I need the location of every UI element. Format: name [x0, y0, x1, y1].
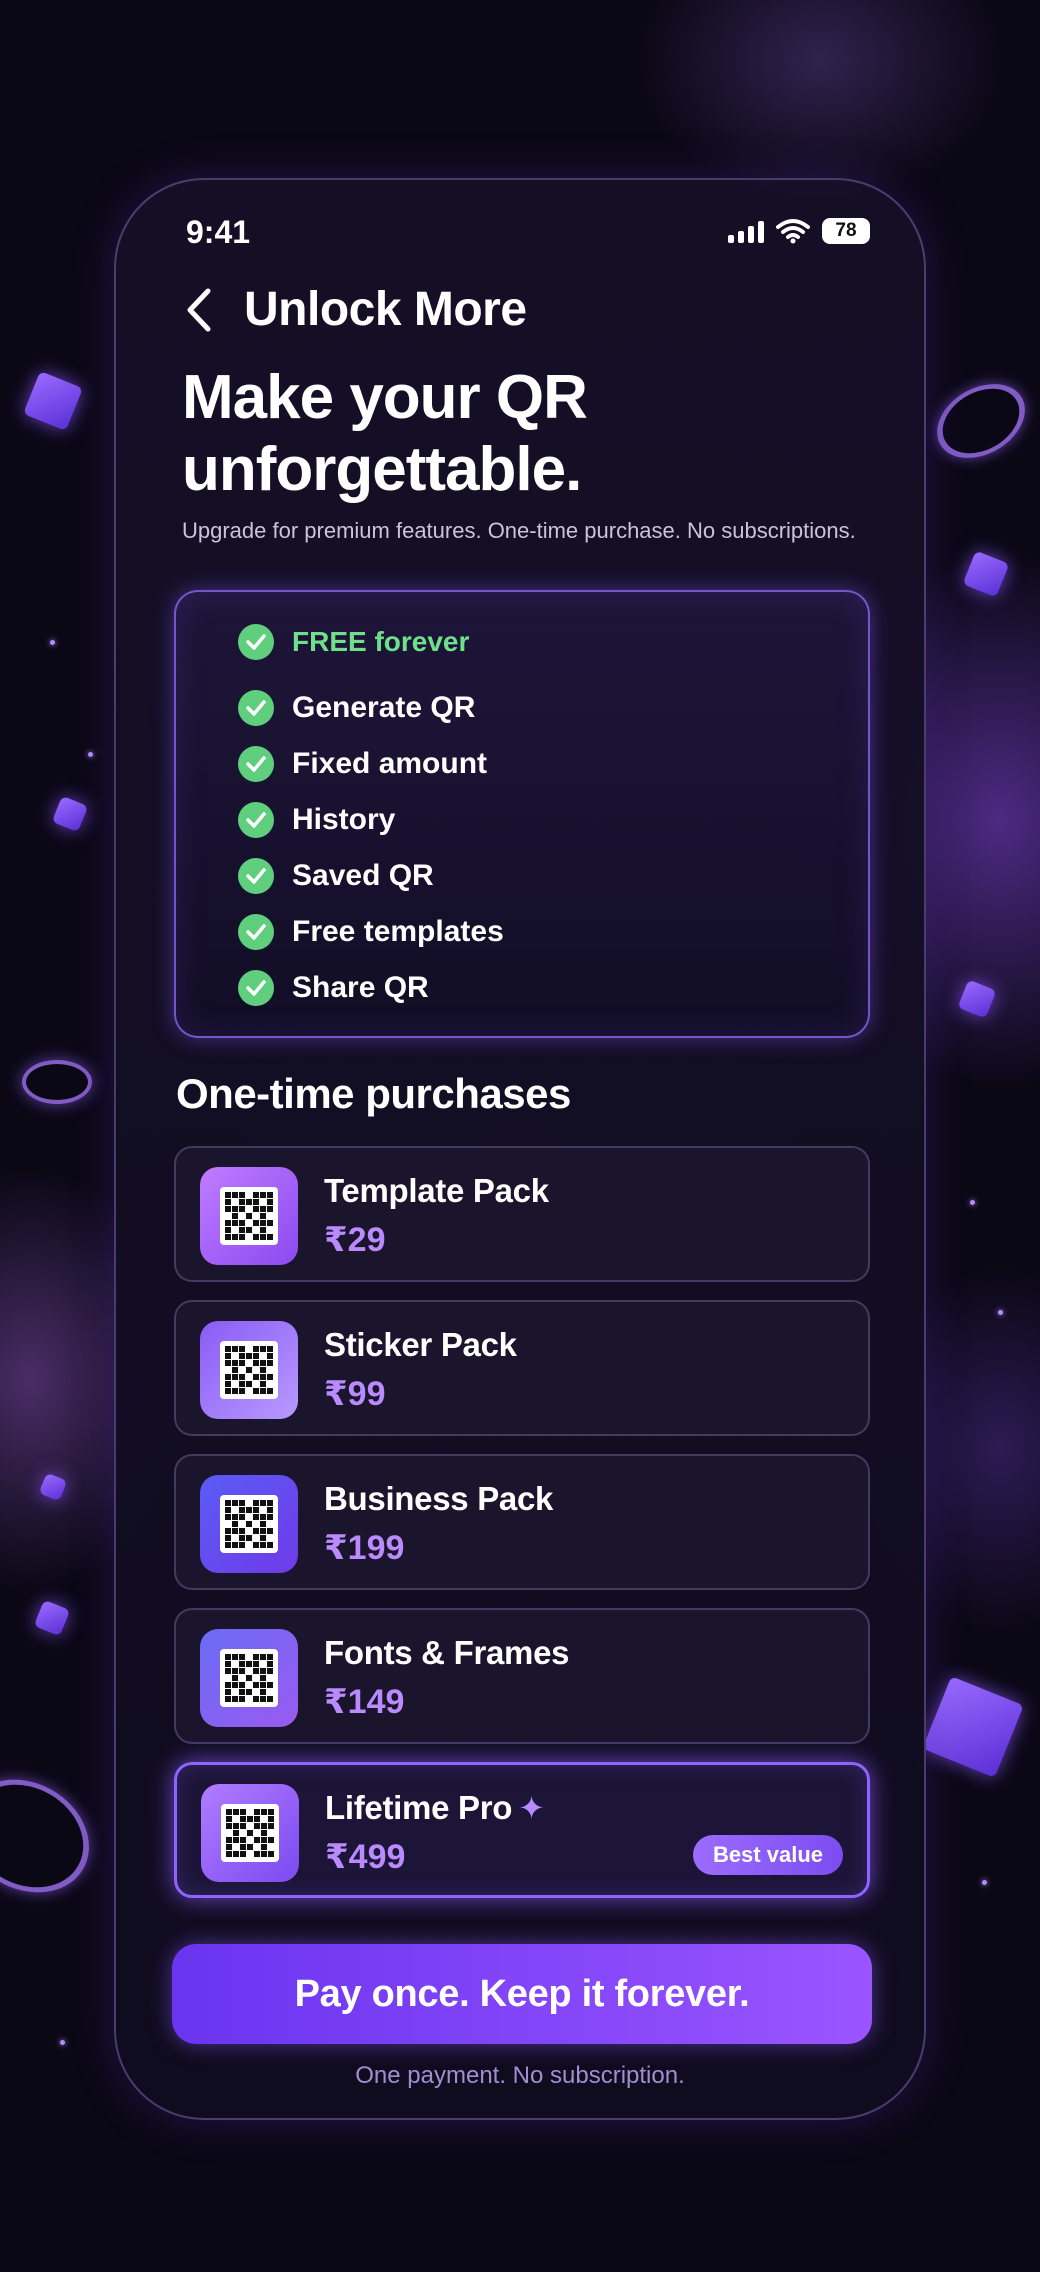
free-plan-card: FREE forever Generate QR Fixed amount Hi…: [174, 590, 870, 1038]
check-icon: [238, 690, 274, 726]
product-sticker-pack[interactable]: Sticker Pack ₹99: [174, 1300, 870, 1436]
product-name: Sticker Pack: [324, 1326, 517, 1363]
product-price: ₹29: [324, 1221, 386, 1259]
feature-label: Fixed amount: [292, 747, 488, 780]
feature-label: Saved QR: [292, 859, 434, 892]
product-lifetime-pro[interactable]: Lifetime Pro ✦ ₹499 Best value: [174, 1762, 870, 1898]
qr-code-icon: [200, 1321, 298, 1419]
wifi-icon: [776, 219, 810, 244]
feature-label: Free templates: [292, 915, 504, 948]
check-icon: [238, 624, 274, 660]
feature-label: History: [292, 803, 396, 836]
product-price: ₹499: [325, 1838, 406, 1876]
feature-item: Share QR: [238, 970, 429, 1006]
check-icon: [238, 746, 274, 782]
product-template-pack[interactable]: Template Pack ₹29: [174, 1146, 870, 1282]
sparkle-particle: [982, 1880, 987, 1885]
sparkle-particle: [88, 752, 93, 757]
qr-code-icon: [200, 1167, 298, 1265]
free-plan-heading: FREE forever: [292, 626, 470, 657]
hero-title: Make your QR unforgettable.: [182, 363, 588, 504]
free-plan-heading-row: FREE forever: [238, 624, 469, 660]
feature-item: Generate QR: [238, 690, 475, 726]
sparkle-particle: [998, 1310, 1003, 1315]
product-name-row: Lifetime Pro ✦: [325, 1789, 545, 1827]
footnote: One payment. No subscription.: [355, 2062, 685, 2089]
feature-label: Share QR: [292, 971, 429, 1004]
product-business-pack[interactable]: Business Pack ₹199: [174, 1454, 870, 1590]
phone-frame: 9:41 78 Unlock More Make your QR unforge…: [114, 178, 926, 2120]
nav-bar: Unlock More: [178, 282, 527, 337]
feature-item: History: [238, 802, 395, 838]
check-icon: [238, 802, 274, 838]
sparkle-particle: [60, 2040, 65, 2045]
check-icon: [238, 970, 274, 1006]
product-name: Template Pack: [324, 1172, 549, 1209]
qr-code-icon: [200, 1629, 298, 1727]
product-fonts-frames[interactable]: Fonts & Frames ₹149: [174, 1608, 870, 1744]
section-title: One-time purchases: [176, 1070, 571, 1117]
sparkle-icon: ✦: [518, 1790, 545, 1826]
feature-item: Saved QR: [238, 858, 434, 894]
product-name: Business Pack: [324, 1480, 554, 1517]
hero-subtitle: Upgrade for premium features. One-time p…: [182, 518, 856, 543]
pay-once-button[interactable]: Pay once. Keep it forever.: [172, 1944, 872, 2044]
qr-code-icon: [201, 1784, 299, 1882]
product-price: ₹199: [324, 1529, 405, 1567]
sparkle-particle: [970, 1200, 975, 1205]
feature-label: Generate QR: [292, 691, 476, 724]
floating-ring: [22, 1060, 92, 1104]
status-bar: 9:41 78: [116, 214, 924, 264]
qr-code-icon: [200, 1475, 298, 1573]
status-time: 9:41: [186, 214, 251, 250]
product-name: Fonts & Frames: [324, 1634, 570, 1671]
battery-icon: 78: [822, 218, 870, 244]
check-icon: [238, 858, 274, 894]
best-value-badge: Best value: [692, 1835, 843, 1875]
page-title: Unlock More: [244, 283, 527, 336]
product-price: ₹99: [324, 1375, 386, 1413]
product-name: Lifetime Pro: [325, 1789, 513, 1826]
back-icon[interactable]: [178, 285, 218, 335]
feature-item: Fixed amount: [238, 746, 487, 782]
product-price: ₹149: [324, 1683, 405, 1721]
check-icon: [238, 914, 274, 950]
signal-icon: [728, 219, 764, 243]
status-icons: 78: [728, 218, 870, 244]
sparkle-particle: [50, 640, 55, 645]
feature-item: Free templates: [238, 914, 504, 950]
